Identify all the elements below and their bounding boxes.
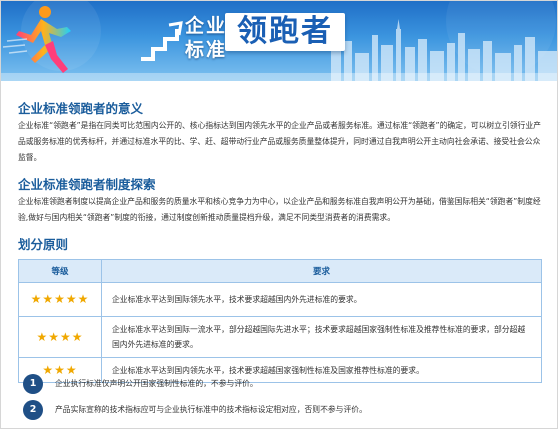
note-text: 企业执行标准仅声明公开国家强制性标准的，不参与评价。 (55, 379, 258, 388)
section-heading-meaning: 企业标准领跑者的意义 (18, 101, 144, 116)
note-item: 2 产品实际宣称的技术指标应可与企业执行标准中的技术指标设定相对应，否则不参与评… (18, 398, 542, 422)
grading-table: 等级 要求 ★★★★★ 企业标准水平达到国际领先水平，技术要求超越国内外先进标准… (18, 259, 542, 383)
banner-line1: 企业 (185, 15, 228, 37)
table-row: ★★★★★ 企业标准水平达到国际领先水平，技术要求超越国内外先进标准的要求。 (18, 282, 542, 317)
note-text: 产品实际宣称的技术指标应可与企业执行标准中的技术指标设定相对应，否则不参与评价。 (55, 405, 367, 414)
note-number-badge: 1 (23, 374, 43, 394)
column-header-requirement: 要求 (101, 259, 542, 283)
table-header-row: 等级 要求 (18, 259, 542, 283)
section-body-system: 企业标准领跑者制度以提高企业产品和服务的质量水平和核心竞争力为中心，以企业产品和… (18, 197, 541, 222)
section-heading-principles: 划分原则 (18, 237, 69, 252)
banner-line2: 标准 (185, 39, 228, 61)
section-body-meaning: 企业标准“领跑者”是指在同类可比范围内公开的、核心指标达到国内领先水平的企业产品… (18, 121, 541, 162)
page: 企业 标准 领跑者 企业标准领跑者的意义 企业标准“领跑者”是指在同类可比范围内… (0, 0, 558, 429)
column-header-level: 等级 (18, 259, 102, 283)
section-heading-system: 企业标准领跑者制度探索 (18, 177, 156, 192)
note-item: 1 企业执行标准仅声明公开国家强制性标准的，不参与评价。 (18, 372, 542, 396)
star-rating: ★★★★ (18, 316, 102, 358)
star-rating: ★★★★★ (18, 282, 102, 317)
requirement-text: 企业标准水平达到国际领先水平，技术要求超越国内外先进标准的要求。 (101, 282, 542, 317)
note-number-badge: 2 (23, 400, 43, 420)
requirement-text: 企业标准水平达到国际一流水平，部分超越国际先进水平；技术要求超越国家强制性标准及… (101, 316, 542, 358)
banner-title: 领跑者 (225, 13, 345, 51)
table-row: ★★★★ 企业标准水平达到国际一流水平，部分超越国际先进水平；技术要求超越国家强… (18, 316, 542, 358)
banner: 企业 标准 领跑者 (1, 1, 557, 81)
stairs-icon (141, 21, 183, 61)
